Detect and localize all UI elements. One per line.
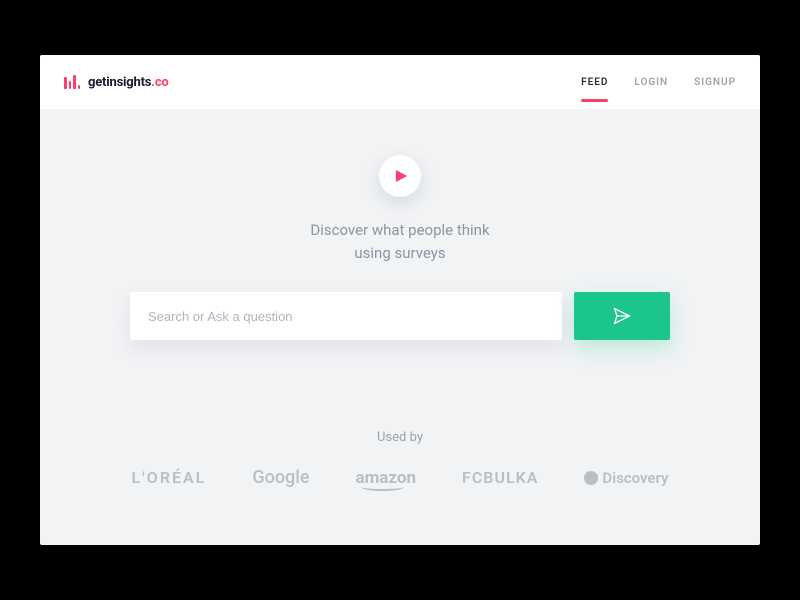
brand-name-main: getinsights <box>88 75 151 90</box>
logo-google: Google <box>252 467 309 488</box>
search-input[interactable] <box>130 292 562 340</box>
header: getinsights.co FEED LOGIN SIGNUP <box>40 55 760 109</box>
logo-discovery: Discovery <box>584 469 668 487</box>
logo-bars-icon <box>64 75 80 89</box>
play-icon <box>395 169 408 183</box>
partner-logos: L'ORÉAL Google amazon FCBULKA Discovery <box>132 467 669 488</box>
nav-signup[interactable]: SIGNUP <box>694 77 736 88</box>
logo-fcbulka: FCBULKA <box>462 468 538 487</box>
search-row <box>130 292 670 340</box>
usedby-label: Used by <box>377 430 423 445</box>
tagline: Discover what people think using surveys <box>310 219 489 264</box>
logo-loreal: L'ORÉAL <box>132 468 207 487</box>
nav: FEED LOGIN SIGNUP <box>581 77 736 88</box>
brand-name-accent: .co <box>151 75 168 90</box>
submit-button[interactable] <box>574 292 670 340</box>
main: Discover what people think using surveys… <box>40 109 760 545</box>
brand-text: getinsights.co <box>88 75 169 90</box>
nav-login[interactable]: LOGIN <box>634 77 668 88</box>
globe-icon <box>584 471 598 485</box>
app-frame: getinsights.co FEED LOGIN SIGNUP Discove… <box>40 55 760 545</box>
logo-discovery-text: Discovery <box>602 469 668 487</box>
nav-feed[interactable]: FEED <box>581 77 608 88</box>
send-icon <box>611 306 633 326</box>
play-button[interactable] <box>379 155 421 197</box>
tagline-line2: using surveys <box>310 242 489 265</box>
brand[interactable]: getinsights.co <box>64 75 169 90</box>
tagline-line1: Discover what people think <box>310 219 489 242</box>
logo-amazon: amazon <box>355 468 416 488</box>
